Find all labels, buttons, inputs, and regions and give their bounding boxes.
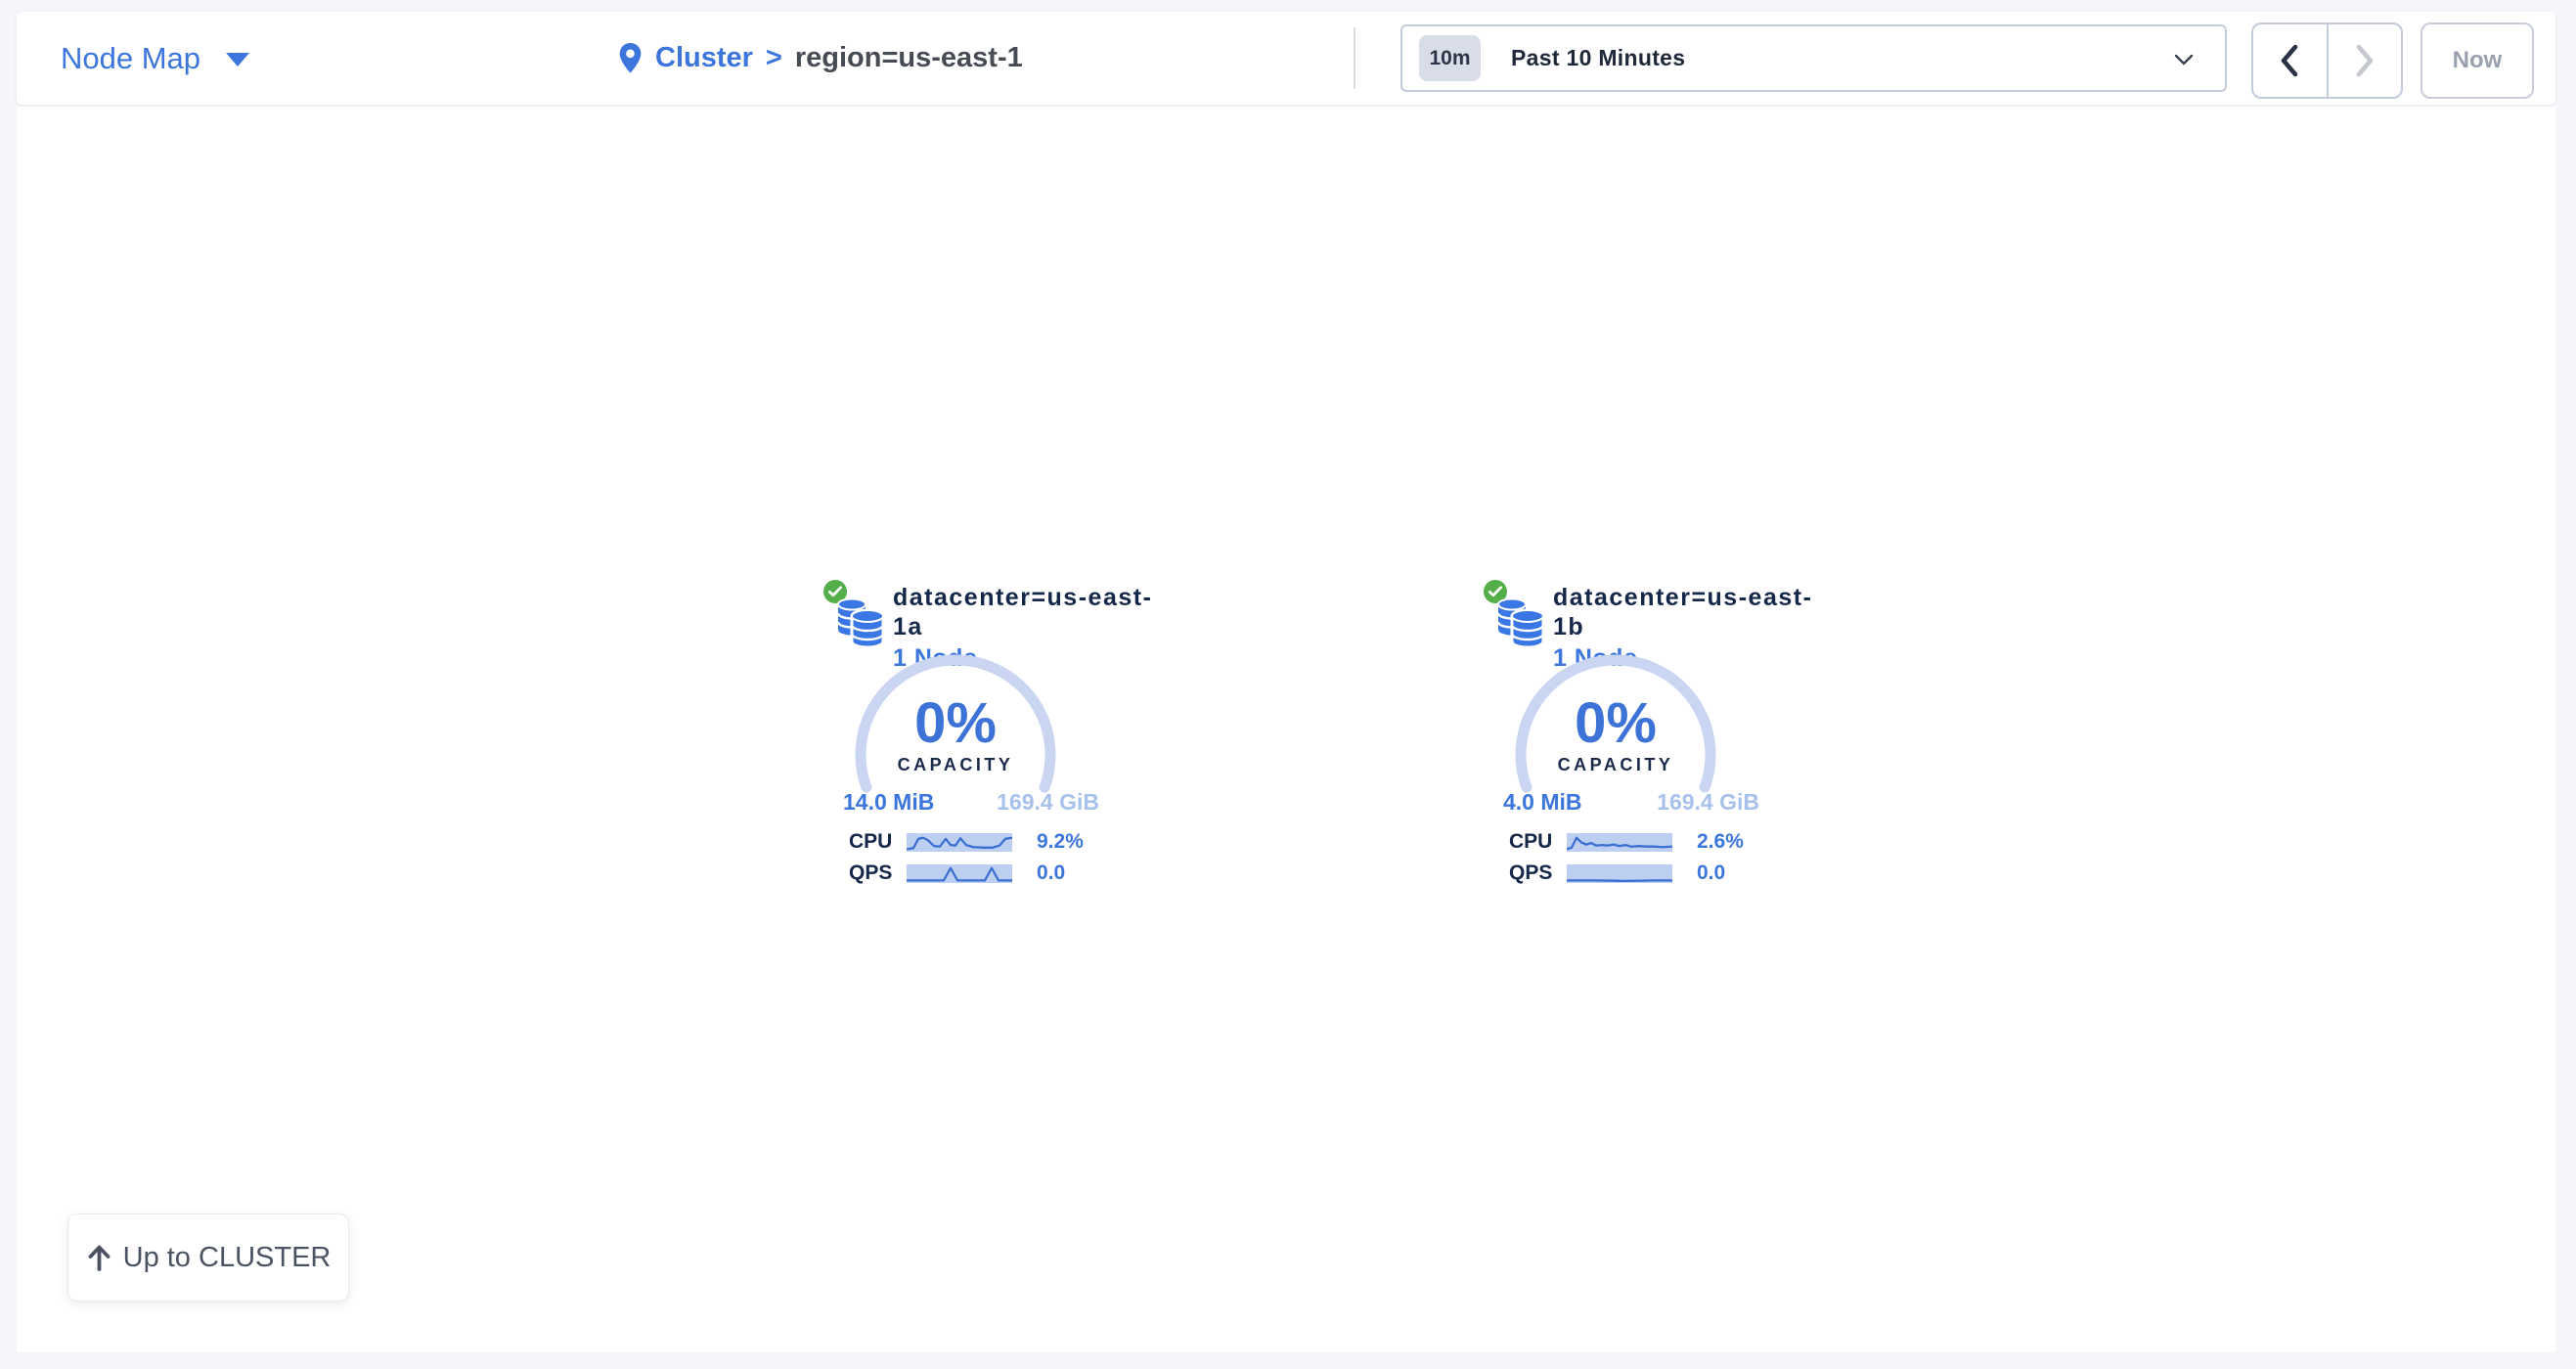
cpu-metric-row: CPU 9.2%	[849, 832, 1084, 852]
cpu-sparkline	[907, 833, 1012, 852]
capacity-percent: 0%	[1508, 701, 1723, 746]
capacity-values-row: 14.0 MiB 169.4 GiB	[843, 789, 1099, 816]
qps-metric-row: QPS 0.0	[849, 863, 1084, 883]
chevron-right-icon	[2353, 43, 2376, 78]
metrics-list: CPU 2.6% QPS 0.0	[1509, 832, 1744, 895]
location-pin-icon	[618, 42, 643, 74]
database-stack-icon	[837, 595, 885, 647]
qps-metric-row: QPS 0.0	[1509, 863, 1744, 883]
cpu-label: CPU	[849, 830, 907, 854]
cpu-metric-row: CPU 2.6%	[1509, 832, 1744, 852]
breadcrumb-cluster-link[interactable]: Cluster	[655, 42, 753, 74]
cpu-label: CPU	[1509, 830, 1567, 854]
up-to-cluster-label: Up to CLUSTER	[123, 1242, 332, 1274]
chevron-down-icon	[2174, 54, 2194, 66]
caret-down-icon	[226, 53, 249, 66]
view-selector-label: Node Map	[61, 41, 200, 76]
chevron-left-icon	[2278, 43, 2301, 78]
now-button[interactable]: Now	[2421, 22, 2534, 99]
capacity-percent: 0%	[848, 701, 1063, 746]
capacity-values-row: 4.0 MiB 169.4 GiB	[1503, 789, 1759, 816]
datacenter-title: datacenter=us-east-1a	[893, 583, 1158, 641]
node-map-page: Node Map Cluster > region=us-east-1 10m …	[0, 0, 2576, 1369]
qps-value: 0.0	[1037, 861, 1065, 885]
breadcrumb-current: region=us-east-1	[795, 42, 1023, 74]
cpu-value: 2.6%	[1697, 830, 1744, 854]
arrow-up-icon	[86, 1243, 112, 1272]
database-stack-icon	[1497, 595, 1545, 647]
header-bar: Node Map Cluster > region=us-east-1 10m …	[17, 12, 2555, 105]
capacity-label: CAPACITY	[1508, 755, 1723, 775]
breadcrumb-separator: >	[766, 42, 782, 74]
cpu-value: 9.2%	[1037, 830, 1084, 854]
capacity-label: CAPACITY	[848, 755, 1063, 775]
datacenter-card-us-east-1a[interactable]: datacenter=us-east-1a 1 Node 0% CAPACITY…	[822, 575, 1158, 898]
metrics-list: CPU 9.2% QPS 0.0	[849, 832, 1084, 895]
capacity-total: 169.4 GiB	[997, 789, 1099, 816]
capacity-total: 169.4 GiB	[1657, 789, 1759, 816]
view-selector-dropdown[interactable]: Node Map	[61, 12, 249, 105]
datacenter-card-us-east-1b[interactable]: datacenter=us-east-1b 1 Node 0% CAPACITY…	[1482, 575, 1818, 898]
breadcrumb: Cluster > region=us-east-1	[618, 12, 1023, 105]
time-step-buttons	[2251, 22, 2403, 99]
qps-sparkline	[907, 864, 1012, 883]
qps-label: QPS	[849, 861, 907, 885]
qps-value: 0.0	[1697, 861, 1725, 885]
time-range-select[interactable]: 10m Past 10 Minutes	[1400, 24, 2227, 92]
header-divider	[1354, 27, 1355, 89]
time-range-badge: 10m	[1419, 35, 1481, 81]
cpu-sparkline	[1567, 833, 1672, 852]
time-next-button[interactable]	[2329, 24, 2402, 97]
capacity-used: 4.0 MiB	[1503, 789, 1582, 816]
qps-label: QPS	[1509, 861, 1567, 885]
qps-sparkline	[1567, 864, 1672, 883]
map-canvas	[17, 107, 2555, 1352]
time-prev-button[interactable]	[2253, 24, 2329, 97]
up-to-cluster-button[interactable]: Up to CLUSTER	[67, 1214, 349, 1302]
datacenter-title: datacenter=us-east-1b	[1553, 583, 1818, 641]
time-range-label: Past 10 Minutes	[1511, 45, 1685, 71]
capacity-used: 14.0 MiB	[843, 789, 934, 816]
